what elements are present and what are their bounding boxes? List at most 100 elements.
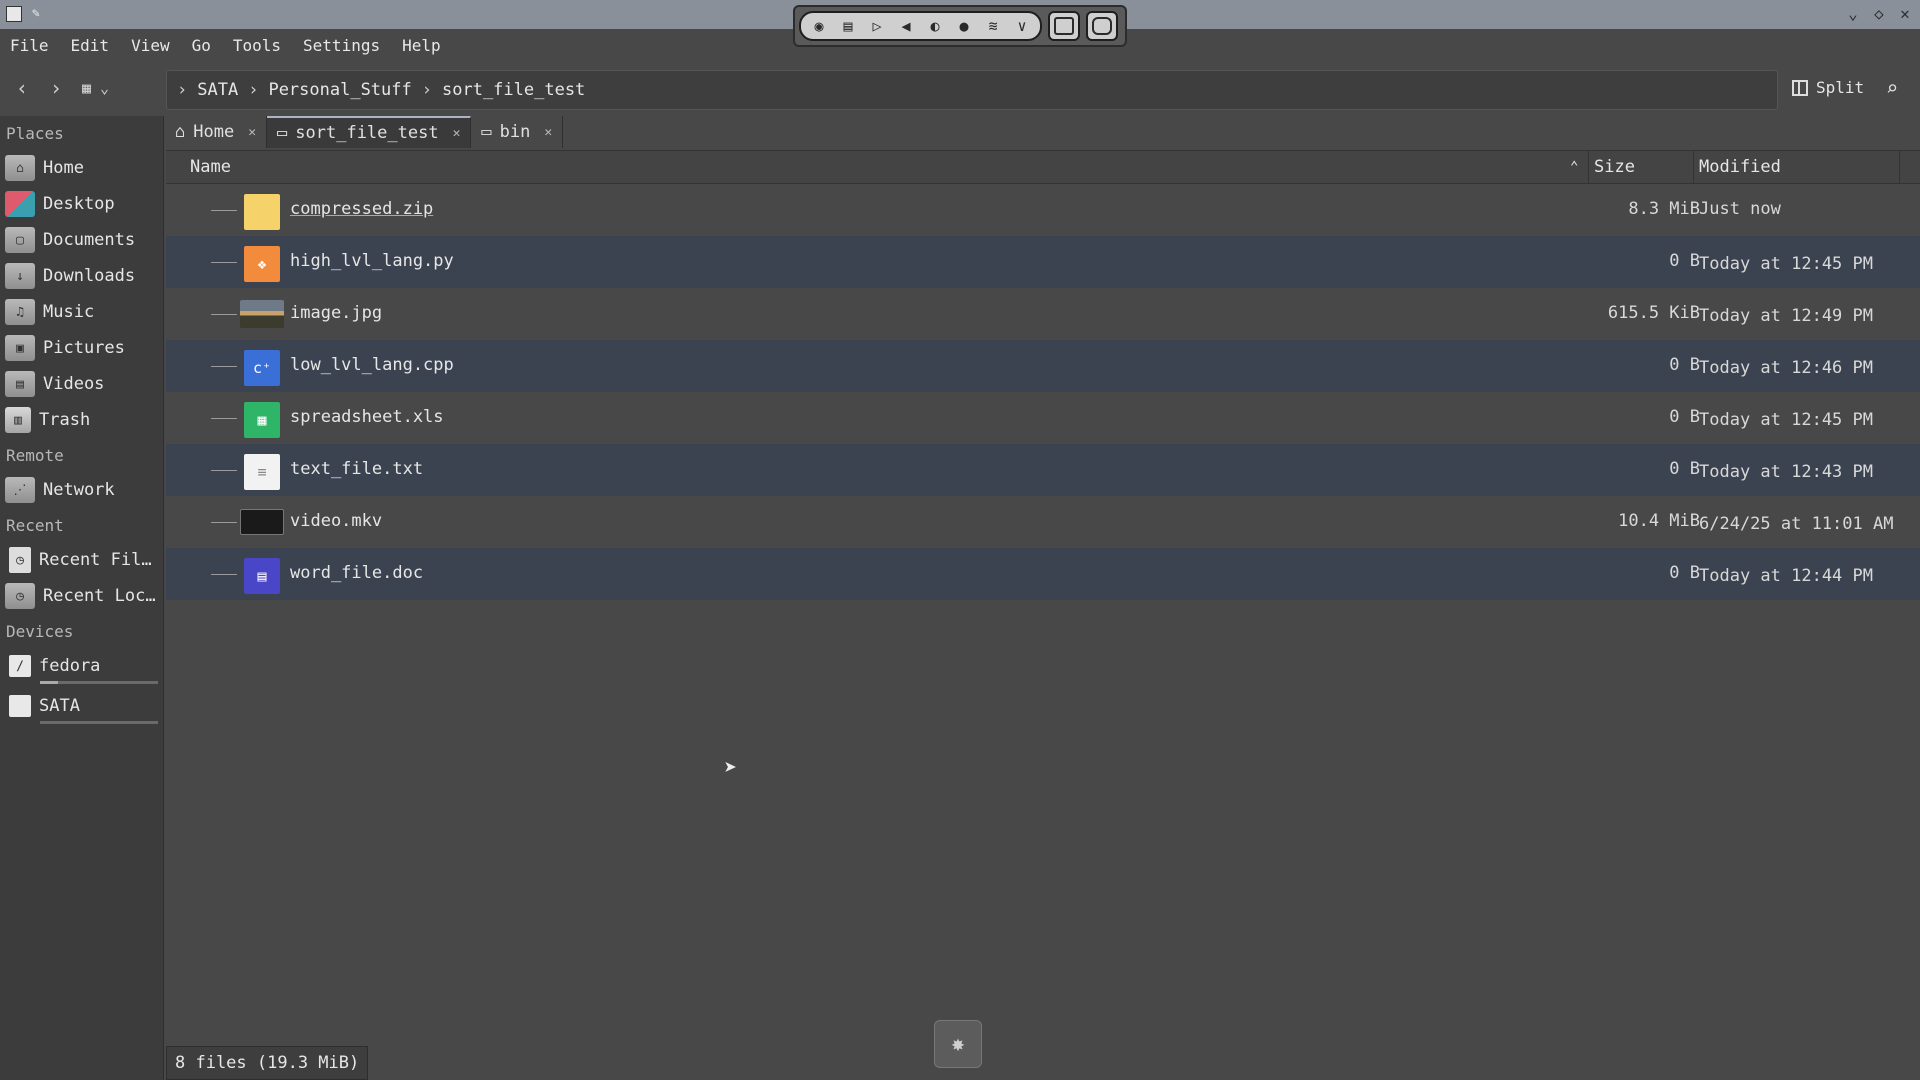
file-size: 615.5 KiB (1607, 303, 1700, 323)
column-name[interactable]: Name (190, 157, 231, 177)
settings-panel-icon[interactable] (1086, 11, 1118, 41)
column-header: Name ⌃ Size Modified (166, 150, 1920, 185)
trash-icon: ▥ (5, 407, 31, 433)
sidebar-item-label: Videos (43, 374, 105, 394)
window-icon[interactable] (1048, 11, 1080, 41)
sidebar-item-network[interactable]: ⋰ Network (0, 472, 163, 508)
arrow-right-icon[interactable]: › (50, 76, 62, 100)
close-icon[interactable]: ✕ (453, 126, 461, 141)
split-button[interactable]: Split (1792, 78, 1864, 97)
breadcrumb[interactable]: › SATA › Personal_Stuff › sort_file_test (166, 70, 1778, 110)
tab-label: bin (499, 122, 531, 142)
app-menu-icon[interactable] (6, 6, 22, 22)
wifi-icon[interactable]: ≋ (983, 16, 1003, 36)
sidebar-item-desktop[interactable]: Desktop (0, 186, 163, 222)
file-modified: Today at 12:46 PM (1699, 358, 1873, 378)
text-file-icon: ≡ (244, 454, 280, 490)
music-folder-icon: ♫ (5, 299, 35, 325)
sidebar-item-recent-files[interactable]: ◷ Recent Fil… (0, 542, 163, 578)
mouse-cursor-icon: ➤ (724, 756, 738, 781)
table-row[interactable]: ≡ text_file.txt 0 B Today at 12:43 PM (166, 444, 1920, 496)
drive-icon (9, 695, 31, 717)
documents-folder-icon: ▢ (5, 227, 35, 253)
file-modified: Today at 12:45 PM (1699, 254, 1873, 274)
table-row[interactable]: ❖ high_lvl_lang.py 0 B Today at 12:45 PM (166, 236, 1920, 288)
pin-icon[interactable]: ✎ (32, 6, 48, 22)
sidebar-item-home[interactable]: ⌂ Home (0, 150, 163, 186)
column-size[interactable]: Size (1594, 157, 1635, 177)
dock-app-icon[interactable]: ✸ (934, 1020, 982, 1068)
spreadsheet-file-icon: ▦ (244, 402, 280, 438)
close-icon[interactable]: ✕ (544, 125, 552, 140)
tab-home[interactable]: ⌂ Home ✕ (165, 116, 268, 148)
sidebar-item-pictures[interactable]: ▣ Pictures (0, 330, 163, 366)
file-size: 8.3 MiB (1628, 199, 1700, 219)
sidebar-item-label: fedora (39, 656, 101, 676)
sidebar-item-videos[interactable]: ▤ Videos (0, 366, 163, 402)
table-row[interactable]: compressed.zip 8.3 MiB Just now (166, 184, 1920, 236)
menu-file[interactable]: File (10, 30, 59, 60)
tab-label: Home (193, 122, 235, 142)
clipboard-icon[interactable]: ▤ (838, 16, 858, 36)
sort-ascending-icon[interactable]: ⌃ (1570, 159, 1578, 175)
menu-tools[interactable]: Tools (233, 30, 291, 60)
play-icon[interactable]: ▷ (867, 16, 887, 36)
microphone-icon[interactable]: ● (954, 16, 974, 36)
sidebar-item-label: SATA (39, 696, 80, 716)
sidebar-item-fedora[interactable]: ∕ fedora (0, 648, 163, 684)
table-row[interactable]: video.mkv 10.4 MiB 6/24/25 at 11:01 AM (166, 496, 1920, 548)
file-size: 0 B (1669, 563, 1700, 583)
menu-settings[interactable]: Settings (303, 30, 390, 60)
file-list: compressed.zip 8.3 MiB Just now ❖ high_l… (166, 184, 1920, 600)
file-name: word_file.doc (290, 563, 424, 583)
menu-edit[interactable]: Edit (71, 30, 120, 60)
sidebar-item-label: Desktop (43, 194, 115, 214)
tab-bar: ⌂ Home ✕ ▭ sort_file_test ✕ ▭ bin ✕ (165, 116, 564, 148)
column-modified[interactable]: Modified (1699, 157, 1781, 177)
file-name: text_file.txt (290, 459, 424, 479)
close-icon[interactable]: ✕ (1898, 4, 1912, 23)
arrow-left-icon[interactable]: ‹ (16, 76, 28, 100)
search-icon[interactable]: ⌕ (1886, 76, 1898, 100)
home-folder-icon: ⌂ (5, 155, 35, 181)
maximize-icon[interactable]: ◇ (1872, 4, 1886, 23)
tab-bin[interactable]: ▭ bin ✕ (471, 116, 564, 148)
screenshot-icon[interactable]: ◉ (809, 16, 829, 36)
breadcrumb-root-chevron-icon[interactable]: › (177, 80, 187, 100)
sidebar-item-music[interactable]: ♫ Music (0, 294, 163, 330)
menu-go[interactable]: Go (192, 30, 221, 60)
breadcrumb-item[interactable]: Personal_Stuff (268, 80, 411, 100)
breadcrumb-item[interactable]: sort_file_test (442, 80, 585, 100)
sidebar-item-label: Network (43, 480, 115, 500)
sidebar-item-sata[interactable]: SATA (0, 688, 163, 724)
file-size: 10.4 MiB (1618, 511, 1700, 531)
volume-icon[interactable]: ◀ (896, 16, 916, 36)
section-recent: Recent (6, 516, 64, 535)
table-row[interactable]: c⁺ low_lvl_lang.cpp 0 B Today at 12:46 P… (166, 340, 1920, 392)
recent-files-icon: ◷ (9, 547, 31, 573)
sidebar-item-label: Music (43, 302, 95, 322)
breadcrumb-item[interactable]: SATA (197, 80, 238, 100)
sidebar-item-documents[interactable]: ▢ Documents (0, 222, 163, 258)
minimize-icon[interactable]: ⌄ (1846, 4, 1860, 23)
file-size: 0 B (1669, 251, 1700, 271)
tab-sort-file-test[interactable]: ▭ sort_file_test ✕ (267, 116, 472, 148)
file-size: 0 B (1669, 459, 1700, 479)
split-label: Split (1816, 78, 1865, 97)
shield-icon[interactable]: ◐ (925, 16, 945, 36)
sidebar-item-recent-locations[interactable]: ◷ Recent Loc… (0, 578, 163, 614)
chevron-down-icon[interactable]: ∨ (1012, 16, 1032, 36)
file-modified: Today at 12:45 PM (1699, 410, 1873, 430)
file-name: low_lvl_lang.cpp (290, 355, 454, 375)
sidebar-item-trash[interactable]: ▥ Trash (0, 402, 163, 438)
table-row[interactable]: image.jpg 615.5 KiB Today at 12:49 PM (166, 288, 1920, 340)
table-row[interactable]: ▦ spreadsheet.xls 0 B Today at 12:45 PM (166, 392, 1920, 444)
file-size: 0 B (1669, 407, 1700, 427)
menu-help[interactable]: Help (402, 30, 451, 60)
sidebar-item-downloads[interactable]: ↓ Downloads (0, 258, 163, 294)
sidebar-item-label: Trash (39, 410, 91, 430)
menu-view[interactable]: View (131, 30, 180, 60)
view-mode-icon[interactable]: ▦ ⌄ (82, 79, 109, 97)
close-icon[interactable]: ✕ (248, 125, 256, 140)
table-row[interactable]: ▤ word_file.doc 0 B Today at 12:44 PM (166, 548, 1920, 600)
